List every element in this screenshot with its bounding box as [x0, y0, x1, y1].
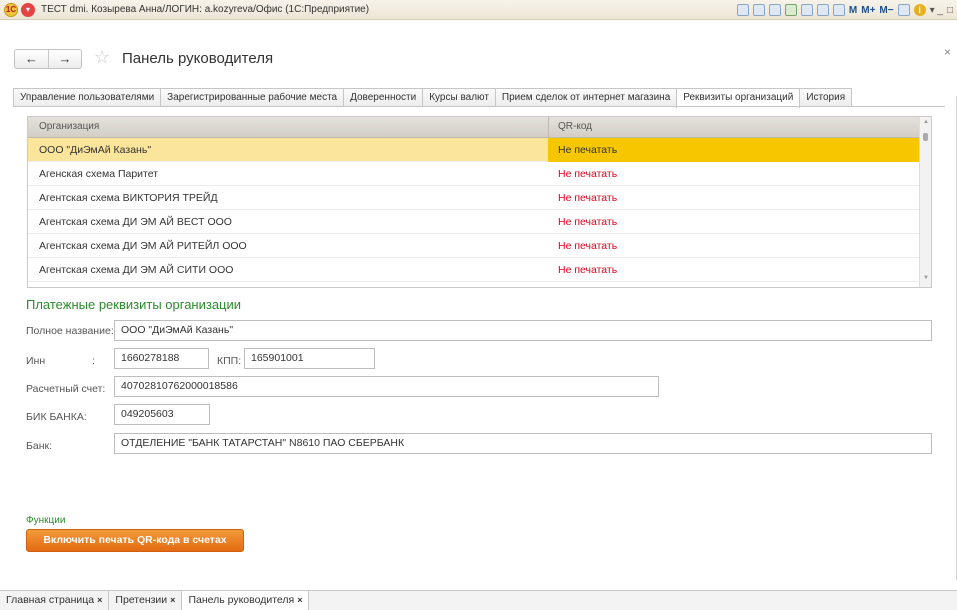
cell-organization: Агентская схема ДИ ЭМ АЙ ВЕСТ ООО	[39, 216, 232, 228]
memory-mplus-button[interactable]: M+	[861, 5, 875, 16]
info-icon[interactable]: i	[913, 4, 926, 16]
main-menu-dropdown-icon[interactable]: ▾	[21, 3, 35, 17]
table-scrollbar[interactable]: ▲ ▼	[919, 117, 931, 287]
cell-organization: Агенская схема Паритет	[39, 168, 159, 180]
page-header: ← → ☆ Панель руководителя ×	[0, 20, 957, 96]
window-tab-home[interactable]: Главная страница ×	[0, 591, 110, 610]
inn-label: Инн	[26, 355, 46, 367]
column-header-organization[interactable]: Организация	[39, 121, 99, 132]
calendar-icon[interactable]	[832, 4, 845, 16]
table-header: Организация QR-код	[28, 117, 920, 138]
window-tab-label: Главная страница	[6, 594, 95, 606]
table-row[interactable]: Агентская схема ВИКТОРИЯ ТРЕЙД Не печата…	[28, 186, 920, 210]
column-separator	[548, 117, 549, 138]
memory-mminus-button[interactable]: M−	[879, 5, 893, 16]
enable-qr-print-button[interactable]: Включить печать QR-кода в счетах	[26, 529, 244, 552]
refresh-icon[interactable]	[784, 4, 797, 16]
tab-divider	[13, 106, 945, 107]
preview-icon[interactable]	[768, 4, 781, 16]
minimize-icon[interactable]: ▾ _	[930, 5, 943, 16]
table-row[interactable]: ООО "ДиЭмАй Казань" Не печатать	[28, 138, 920, 162]
bik-field[interactable]: 049205603	[114, 404, 210, 425]
back-button[interactable]: ←	[15, 50, 48, 68]
history-navigation: ← →	[14, 49, 82, 69]
window-tab-claims[interactable]: Претензии ×	[109, 591, 183, 610]
window-titlebar: 1С ▾ ТЕСТ dmi. Козырева Анна/ЛОГИН: a.ko…	[0, 0, 957, 20]
open-windows-bar: Главная страница × Претензии × Панель руко…	[0, 590, 957, 610]
table-row[interactable]: Агенская схема Паритет Не печатать	[28, 162, 920, 186]
cell-organization: Агентская схема ДИ ЭМ АЙ СИТИ ООО	[39, 264, 234, 276]
cell-qr: Не печатать	[558, 216, 618, 228]
cell-organization: Агентская схема ДИ ЭМ АЙ РИТЕЙЛ ООО	[39, 240, 247, 252]
page-title: Панель руководителя	[122, 50, 274, 67]
tab-users[interactable]: Управление пользователями	[13, 88, 162, 107]
forward-button[interactable]: →	[48, 50, 81, 68]
window-mode-icon[interactable]	[897, 4, 910, 16]
favorite-star-icon[interactable]: ☆	[94, 47, 110, 68]
organizations-table: Организация QR-код ООО "ДиЭмАй Казань" Н…	[27, 116, 932, 288]
inn-label-colon: :	[92, 355, 95, 367]
close-tab-icon[interactable]: ×	[170, 595, 175, 605]
window-toolbar: M M+ M− i ▾ _ □	[736, 2, 953, 18]
kpp-label: КПП:	[217, 355, 242, 367]
history-icon[interactable]	[800, 4, 813, 16]
cell-organization: Агентская схема ВИКТОРИЯ ТРЕЙД	[39, 192, 218, 204]
tab-powers-of-attorney[interactable]: Доверенности	[343, 88, 424, 107]
tab-currency-rates[interactable]: Курсы валют	[422, 88, 496, 107]
bank-label: Банк:	[26, 440, 53, 452]
cell-qr: Не печатать	[558, 240, 618, 252]
window-tab-label: Претензии	[115, 594, 168, 606]
requisites-section-title: Платежные реквизиты организации	[26, 297, 242, 312]
bank-field[interactable]: ОТДЕЛЕНИЕ "БАНК ТАТАРСТАН" N8610 ПАО СБЕ…	[114, 433, 932, 454]
form-tabs: Управление пользователями Зарегистрирова…	[13, 88, 853, 108]
cell-qr: Не печатать	[558, 192, 618, 204]
tab-workplaces[interactable]: Зарегистрированные рабочие места	[160, 88, 345, 107]
table-row[interactable]: Агентская схема ДИ ЭМ АЙ СИТИ ООО Не печ…	[28, 258, 920, 282]
cell-qr: Не печатать	[558, 264, 618, 276]
tab-org-requisites[interactable]: Реквизиты организаций	[676, 88, 801, 108]
scroll-down-icon[interactable]: ▼	[923, 275, 929, 281]
kpp-field[interactable]: 165901001	[244, 348, 375, 369]
app-logo-icon: 1С	[4, 3, 18, 17]
window-tab-label: Панель руководителя	[188, 594, 295, 606]
account-label: Расчетный счет:	[26, 383, 106, 395]
table-row[interactable]: Агентская схема ДИ ЭМ АЙ РИТЕЙЛ ООО Не п…	[28, 234, 920, 258]
column-header-qr[interactable]: QR-код	[558, 121, 592, 132]
close-tab-icon[interactable]: ×	[297, 595, 302, 605]
save-icon[interactable]	[736, 4, 749, 16]
print-icon[interactable]	[752, 4, 765, 16]
memory-m-button[interactable]: M	[849, 5, 857, 16]
window-tab-manager-panel[interactable]: Панель руководителя ×	[182, 591, 310, 610]
window-title: ТЕСТ dmi. Козырева Анна/ЛОГИН: a.kozyrev…	[41, 4, 370, 15]
full-name-label: Полное название:	[26, 325, 114, 337]
cell-organization: ООО "ДиЭмАй Казань"	[39, 144, 152, 156]
scroll-up-icon[interactable]: ▲	[923, 119, 929, 125]
account-field[interactable]: 40702810762000018586	[114, 376, 659, 397]
cell-qr: Не печатать	[558, 144, 618, 156]
tab-online-store-deals[interactable]: Прием сделок от интернет магазина	[494, 88, 678, 107]
close-page-icon[interactable]: ×	[944, 45, 951, 59]
bik-label: БИК БАНКА:	[26, 411, 87, 423]
inn-field[interactable]: 1660278188	[114, 348, 209, 369]
functions-label: Функции	[26, 515, 66, 526]
tab-history[interactable]: История	[799, 88, 853, 107]
close-tab-icon[interactable]: ×	[97, 595, 102, 605]
full-name-field[interactable]: ООО "ДиЭмАй Казань"	[114, 320, 932, 341]
cell-qr: Не печатать	[558, 168, 618, 180]
scroll-thumb[interactable]	[923, 133, 928, 141]
calculator-icon[interactable]	[816, 4, 829, 16]
table-row[interactable]: Агентская схема ДИ ЭМ АЙ ВЕСТ ООО Не печ…	[28, 210, 920, 234]
table-body: ООО "ДиЭмАй Казань" Не печатать Агенская…	[28, 138, 920, 282]
maximize-icon[interactable]: □	[947, 5, 953, 16]
